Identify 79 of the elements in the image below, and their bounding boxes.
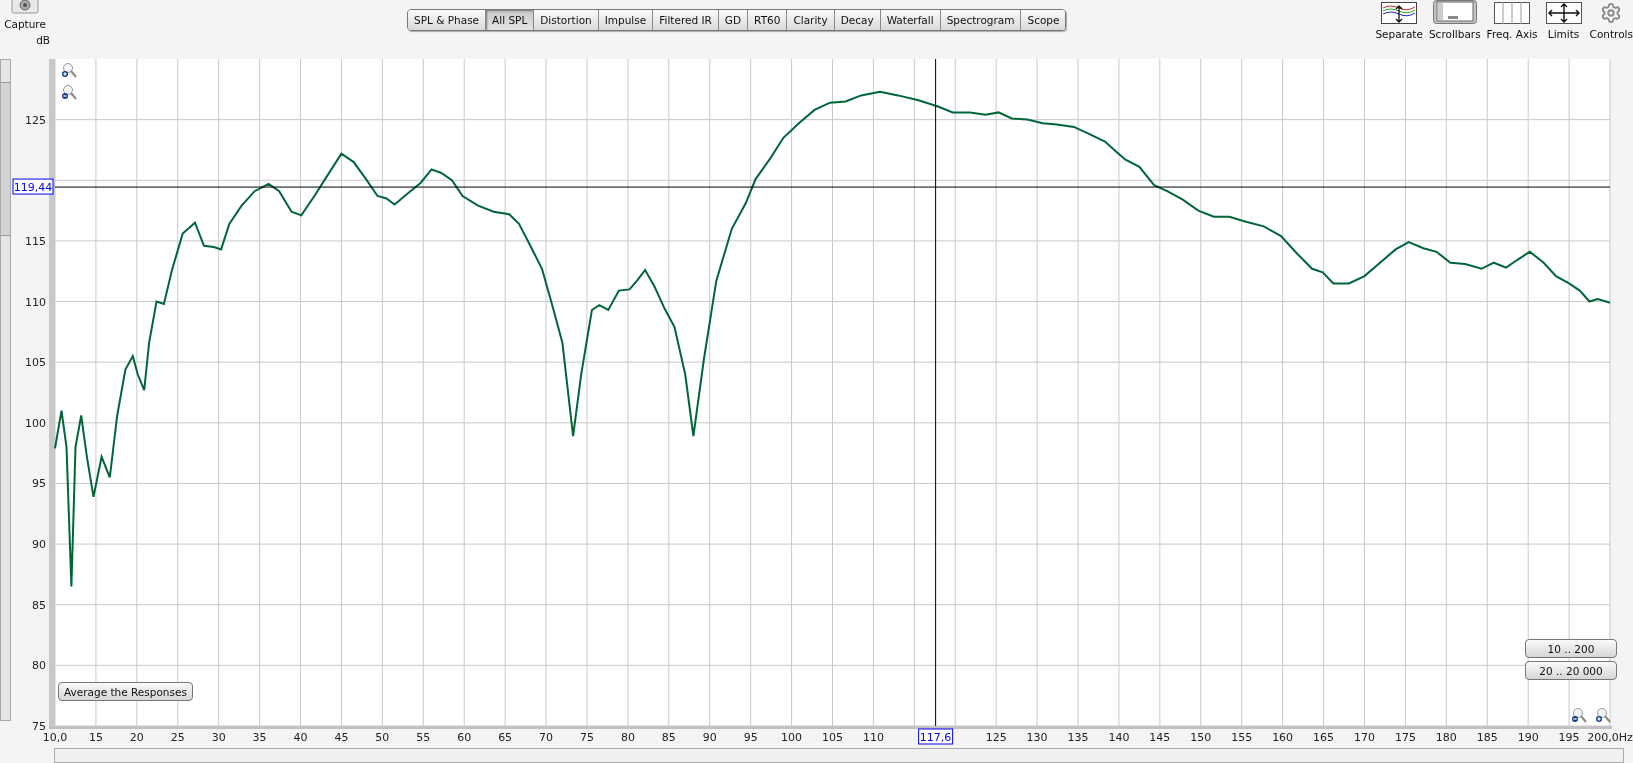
axis-tick-label: 80 — [620, 731, 635, 745]
axis-tick-label: 195 — [1558, 731, 1580, 745]
axis-tick-label: 155 — [1231, 731, 1253, 745]
average-button[interactable]: Average the Responses — [58, 682, 193, 702]
zoom-in-icon[interactable] — [61, 62, 77, 79]
axis-tick-label: 200,0Hz — [1587, 731, 1633, 745]
separate-button[interactable]: Separate — [1375, 0, 1423, 40]
scrollbar-thumb[interactable] — [1, 82, 10, 237]
range-button[interactable]: 20 .. 20 000 — [1525, 661, 1617, 681]
axis-tick-label: 85 — [661, 731, 676, 745]
range-button[interactable]: 10 .. 200 — [1525, 639, 1617, 659]
view-tab[interactable]: Filtered IR — [652, 10, 718, 30]
axis-tick-label: 160 — [1272, 731, 1294, 745]
controls-button[interactable]: Controls — [1589, 0, 1633, 40]
axis-tick-label: 140 — [1108, 731, 1130, 745]
axis-tick-label: 130 — [1026, 731, 1048, 745]
axis-tick-label: 10,0 — [42, 731, 68, 745]
axis-tick-label: 70 — [539, 731, 554, 745]
axis-tick-label: 35 — [252, 731, 267, 745]
axis-tick-label: 190 — [1517, 731, 1539, 745]
cursor-readout: 119,44 — [12, 178, 54, 195]
axis-tick-label: 30 — [211, 731, 226, 745]
axis-tick-label: 45 — [334, 731, 349, 745]
view-tab[interactable]: Scope — [1020, 10, 1066, 30]
axis-tick-label: 25 — [170, 731, 185, 745]
scrollbars-button[interactable]: Scrollbars — [1428, 0, 1481, 40]
axis-tick-label: 175 — [1394, 731, 1416, 745]
axis-tick-label: 50 — [375, 731, 390, 745]
limits-button[interactable]: Limits — [1543, 0, 1584, 40]
axis-tick-label: 85 — [32, 598, 46, 612]
axis-tick-label: 55 — [416, 731, 431, 745]
axis-tick-label: 65 — [498, 731, 513, 745]
zoom-in-icon[interactable] — [1595, 707, 1611, 724]
zoom-out-icon[interactable] — [61, 84, 77, 101]
axis-tick-label: 150 — [1190, 731, 1212, 745]
axis-tick-label: 110 — [862, 731, 884, 745]
axis-tick-label: 20 — [129, 731, 144, 745]
cursor-line[interactable] — [935, 59, 937, 727]
axis-tick-label: 125 — [985, 731, 1007, 745]
axis-tick-label: 125 — [25, 113, 46, 127]
view-tab[interactable]: Decay — [833, 10, 880, 30]
axis-tick-label: 90 — [32, 538, 46, 552]
cursor-readout: 117,6 — [918, 728, 954, 745]
axis-tick-label: 100 — [781, 731, 803, 745]
view-tab[interactable]: GD — [717, 10, 748, 30]
view-tab[interactable]: All SPL — [485, 10, 534, 30]
axis-tick-label: 165 — [1313, 731, 1335, 745]
axis-tick-label: 170 — [1353, 731, 1375, 745]
axis-tick-label: 90 — [702, 731, 717, 745]
axis-tick-label: 105 — [822, 731, 843, 745]
axis-tick-label: 135 — [1067, 731, 1089, 745]
view-tab[interactable]: Clarity — [786, 10, 834, 30]
axis-tick-label: 60 — [457, 731, 472, 745]
axis-tick-label: 180 — [1435, 731, 1457, 745]
y-axis-unit: dB — [36, 34, 50, 46]
freq-button[interactable]: Freq. Axis — [1486, 0, 1538, 40]
axis-tick-label: 95 — [32, 477, 46, 491]
view-tab[interactable]: Distortion — [533, 10, 598, 30]
view-tab[interactable]: Impulse — [597, 10, 653, 30]
view-tab[interactable]: Spectrogram — [939, 10, 1021, 30]
axis-tick-label: 95 — [743, 731, 758, 745]
axis-tick-label: 110 — [25, 295, 46, 309]
view-tab[interactable]: RT60 — [747, 10, 787, 30]
axis-tick-label: 75 — [32, 720, 46, 734]
vertical-scrollbar[interactable] — [0, 59, 11, 722]
axis-tick-label: 80 — [32, 659, 46, 673]
axis-tick-label: 15 — [88, 731, 103, 745]
axis-tick-label: 115 — [25, 235, 46, 249]
capture-button[interactable]: Capture — [4, 0, 46, 30]
view-tab[interactable]: Waterfall — [879, 10, 940, 30]
axis-tick-label: 185 — [1476, 731, 1498, 745]
axis-tick-label: 100 — [25, 417, 46, 430]
axis-tick-label: 75 — [579, 731, 594, 745]
horizontal-scrollbar[interactable] — [54, 748, 1624, 763]
view-tab[interactable]: SPL & Phase — [408, 10, 486, 30]
axis-tick-label: 105 — [25, 356, 46, 370]
zoom-out-icon[interactable] — [1571, 707, 1587, 724]
axis-tick-label: 145 — [1149, 731, 1171, 745]
axis-tick-label: 40 — [293, 731, 308, 745]
